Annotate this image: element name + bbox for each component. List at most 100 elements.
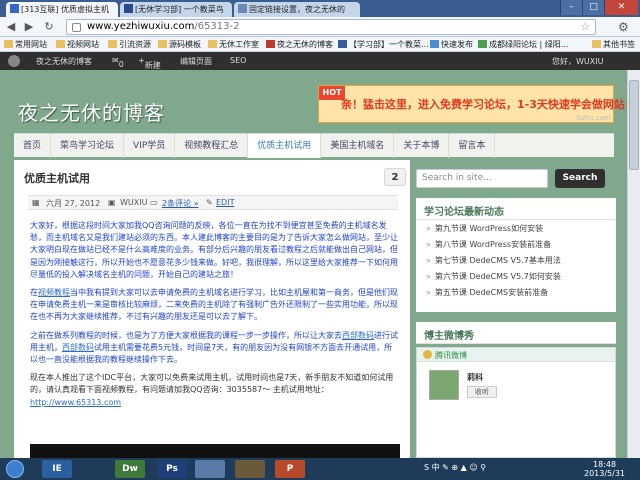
bookmarks-bar: 常用网站 视频网站 引流资源 源码模板 无休工作室 夜之无休的博客 【学习部】一… — [0, 37, 640, 52]
wp-site-link[interactable]: 夜之无休的博客 — [36, 56, 92, 67]
tencent-weibo-icon — [423, 350, 432, 359]
taskbar-chrome[interactable] — [195, 460, 225, 478]
edit-link[interactable]: EDIT — [216, 198, 234, 207]
favicon-icon — [238, 4, 247, 13]
taskbar-dreamweaver[interactable]: Dw — [115, 460, 145, 478]
post-author[interactable]: WUXIU — [120, 198, 147, 207]
forum-item[interactable]: 第八节课 WordPress安装前准备 — [416, 236, 616, 252]
nav-vip[interactable]: VIP学员 — [124, 134, 176, 158]
taskbar-ie[interactable]: IE — [42, 460, 72, 478]
comment-icon: ▭ — [150, 198, 158, 207]
page-scrollbar[interactable] — [627, 70, 640, 458]
other-bookmarks[interactable]: 其他书签 — [592, 39, 635, 50]
avatar[interactable] — [429, 370, 459, 400]
tab-313-hosting[interactable]: [313互联] 优质虚拟主机 — [6, 2, 118, 17]
tab-permalink-settings[interactable]: 固定链接设置，夜之无休的 — [234, 2, 360, 17]
post-date: 六月 27, 2012 — [46, 199, 101, 208]
bookmark-item[interactable]: 【学习部】一个教菜... — [338, 39, 429, 50]
hosting-url-link[interactable]: http://www.65313.com — [30, 398, 121, 407]
forward-icon[interactable]: ▶ — [22, 20, 36, 34]
taskbar-photoshop[interactable]: Ps — [157, 460, 187, 478]
close-button[interactable]: ✕ — [604, 0, 638, 15]
nav-videos[interactable]: 视频教程汇总 — [175, 134, 249, 158]
forum-item[interactable]: 第七节课 DedeCMS V5.7基本用法 — [416, 252, 616, 268]
wp-comments-link[interactable]: ✉ 0 — [112, 56, 124, 69]
system-tray[interactable]: S 中 ✎ ⊕ ▲ ☺ ⚲ — [424, 462, 486, 473]
site-icon — [266, 40, 275, 48]
paragraph: 现在本人推出了这个IDC平台，大家可以免费来试用主机，试用时间也是7天，新手朋友… — [30, 373, 394, 407]
bookmark-item[interactable]: 引流资源 — [108, 39, 151, 50]
taskbar-folder[interactable] — [235, 460, 265, 478]
site-icon — [430, 40, 439, 48]
paragraph: 在视频教程当中我有提到大家可以去申请免费的主机域名进行学习，比如主机屋和第一商务… — [30, 288, 398, 322]
edit-icon: ✎ — [206, 198, 213, 207]
weibo-widget-title: 博主微博秀 — [416, 322, 616, 344]
maximize-button[interactable]: □ — [582, 0, 604, 15]
folder-icon — [4, 40, 13, 48]
bookmark-item[interactable]: 快速发布 — [430, 39, 473, 50]
nav-hosting-trial[interactable]: 优质主机试用 — [248, 134, 322, 158]
site-title[interactable]: 夜之无休的博客 — [18, 97, 165, 126]
main-nav: 首页 菜鸟学习论坛 VIP学员 视频教程汇总 优质主机试用 美国主机域名 关于本… — [14, 133, 614, 158]
post-meta: ▦ 六月 27, 2012 ▣ WUXIU ▭ 2条评论 » ✎ EDIT — [28, 195, 398, 210]
forum-widget-list: 第九节课 WordPress如何安装 第八节课 WordPress安装前准备 第… — [416, 220, 616, 312]
address-bar[interactable]: www.yezhiwuxiu.com/65313-2 ☆ — [66, 19, 596, 35]
nav-guestbook[interactable]: 留言本 — [449, 134, 496, 158]
nav-home[interactable]: 首页 — [14, 134, 52, 158]
west-digital-link-2[interactable]: 西部数码 — [62, 343, 94, 352]
nav-us-hosting[interactable]: 美国主机域名 — [321, 134, 395, 158]
site-icon — [478, 40, 487, 48]
wp-new-link[interactable]: + 新建 — [138, 56, 161, 70]
browser-toolbar: ◀ ▶ ↻ www.yezhiwuxiu.com/65313-2 ☆ ⚙ — [0, 17, 640, 37]
search-input[interactable]: Search in site... — [416, 169, 548, 188]
nav-forum[interactable]: 菜鸟学习论坛 — [51, 134, 125, 158]
bookmark-item[interactable]: 夜之无休的博客 — [266, 39, 333, 50]
clock[interactable]: 18:48 2013/5/31 — [584, 460, 625, 478]
folder-icon — [592, 40, 601, 48]
wp-admin-bar: 夜之无休的博客 ✉ 0 + 新建 编辑页面 SEO 您好，WUXIU — [0, 52, 640, 70]
folder-icon — [208, 40, 217, 48]
weibo-widget: 腾讯微博 莉科 收听 — [416, 347, 616, 458]
forum-widget-title: 学习论坛最新动态 — [416, 198, 616, 220]
post-body: 大家好，根据这段时间大家加我QQ咨询问题的反映，各位一直在为找不到便宜甚至免费的… — [30, 220, 400, 415]
bookmark-item[interactable]: 常用网站 — [4, 39, 47, 50]
folder-icon — [158, 40, 167, 48]
site-icon — [338, 40, 347, 48]
back-icon[interactable]: ◀ — [4, 20, 18, 34]
nav-about[interactable]: 关于本博 — [394, 134, 450, 158]
video-player[interactable] — [30, 444, 400, 458]
search-button[interactable]: Search — [555, 169, 605, 188]
forum-banner[interactable]: HOT 亲！猛击这里，进入免费学习论坛，1-3天快速学会做网站！ Sohu.co… — [318, 85, 636, 123]
page-info-icon — [72, 23, 81, 32]
taskbar-powerpoint[interactable]: P — [275, 460, 305, 478]
banner-watermark: Sohu.com — [576, 114, 611, 122]
west-digital-link[interactable]: 西部数码 — [342, 331, 374, 340]
forum-item[interactable]: 第五节课 DedeCMS安装前准备 — [416, 284, 616, 300]
follow-button[interactable]: 收听 — [467, 386, 497, 398]
wrench-icon[interactable]: ⚙ — [618, 20, 632, 34]
comment-count[interactable]: 2 — [384, 168, 406, 186]
paragraph: 大家好，根据这段时间大家加我QQ咨询问题的反映，各位一直在为找不到便宜甚至免费的… — [30, 221, 398, 279]
bookmark-item[interactable]: 源码模板 — [158, 39, 201, 50]
bookmark-item[interactable]: 成都绿阳论坛 | 绿阳... — [478, 39, 568, 50]
scroll-thumb[interactable] — [629, 80, 639, 170]
bookmark-item[interactable]: 无休工作室 — [208, 39, 259, 50]
weibo-name[interactable]: 莉科 — [467, 372, 483, 383]
bookmark-item[interactable]: 视频网站 — [56, 39, 99, 50]
start-button[interactable] — [6, 460, 24, 478]
comments-link[interactable]: 2条评论 » — [162, 198, 199, 209]
post-content: 优质主机试用 2 ▦ 六月 27, 2012 ▣ WUXIU ▭ 2条评论 » … — [14, 160, 410, 458]
video-tutorial-link[interactable]: 视频教程 — [38, 288, 70, 297]
minimize-button[interactable]: – — [560, 0, 582, 15]
tab-wuxiu-study[interactable]: [无休学习部] 一个教菜鸟 — [120, 2, 232, 17]
wp-seo-link[interactable]: SEO — [230, 56, 246, 65]
forum-item[interactable]: 第六节课 DedeCMS V5.7如何安装 — [416, 268, 616, 284]
reload-icon[interactable]: ↻ — [42, 20, 56, 34]
wp-edit-page-link[interactable]: 编辑页面 — [180, 56, 212, 67]
bookmark-star-icon[interactable]: ☆ — [580, 20, 590, 33]
paragraph: 之前在做系列教程的时候，也是为了方便大家根据我的课程一步一步操作，所以让大家去西… — [30, 330, 398, 365]
taskbar: IE Dw Ps P S 中 ✎ ⊕ ▲ ☺ ⚲ 18:48 2013/5/31 — [0, 458, 640, 480]
forum-item[interactable]: 第九节课 WordPress如何安装 — [416, 220, 616, 236]
wp-greeting[interactable]: 您好，WUXIU — [552, 56, 603, 67]
wordpress-icon[interactable] — [8, 55, 20, 67]
